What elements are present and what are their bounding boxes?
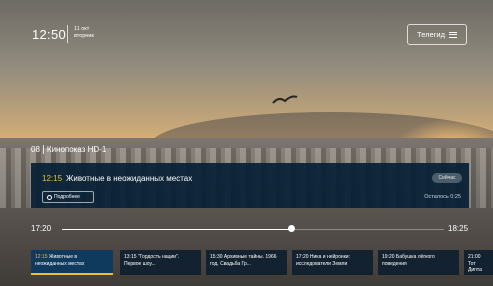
now-title: Животные в неожиданных местах — [66, 174, 193, 183]
schedule-card[interactable]: 17:20 Ника и нейронки: исследователи Зем… — [292, 250, 373, 275]
schedule-title: Тот Дипта с... — [468, 260, 482, 276]
info-icon — [47, 194, 52, 200]
now-badge: Сейчас — [432, 173, 462, 183]
progress-end-time: 18:25 — [448, 224, 469, 233]
clock-time: 12:50 — [32, 27, 67, 42]
progress-knob[interactable] — [287, 225, 295, 232]
details-button[interactable]: Подробнее — [42, 191, 94, 203]
bird-icon — [272, 95, 298, 104]
schedule-card[interactable]: 21:00 Тот Дипта с... — [464, 250, 493, 275]
schedule-card[interactable]: 15:30 Архивные тайны. 1966 год. Свадьба … — [206, 250, 287, 275]
now-playing-panel: 12:15 Животные в неожиданных местах Сейч… — [31, 163, 469, 208]
channel-info: 08 Кинопоказ HD-1 — [31, 145, 106, 154]
schedule-time: 19:20 — [382, 254, 395, 260]
schedule-time: 12:15 — [35, 254, 48, 260]
date-day: 11 окт — [74, 26, 90, 32]
date-weekday: вторник — [74, 33, 94, 39]
channel-divider — [42, 145, 44, 154]
hamburger-icon — [448, 31, 457, 38]
channel-number: 08 — [31, 145, 40, 154]
progress-fill — [62, 228, 292, 230]
schedule-card[interactable]: 13:15 "Гордость нации". Первое шоу... — [120, 250, 201, 275]
remaining-time: Осталось 0:25 — [424, 194, 461, 200]
clock-divider — [67, 25, 68, 43]
schedule-card[interactable]: 12:15 Животные в неожиданных местах — [31, 250, 113, 275]
tv-screen: 12:50 11 окт вторник Телегид 08 Кинопока… — [0, 0, 493, 286]
channel-name: Кинопоказ HD-1 — [46, 145, 107, 154]
schedule-card[interactable]: 19:20 Бабушка лёгкого поведения — [378, 250, 459, 275]
now-time: 12:15 — [42, 174, 63, 183]
progress-start-time: 17:20 — [31, 224, 52, 233]
schedule-strip: 12:15 Животные в неожиданных местах 13:1… — [31, 250, 493, 275]
schedule-time: 21:00 — [468, 254, 481, 260]
tvguide-button[interactable]: Телегид — [407, 24, 467, 45]
details-label: Подробнее — [54, 194, 80, 200]
schedule-time: 17:20 — [296, 254, 309, 260]
clock-date: 11 окт вторник — [74, 26, 94, 40]
schedule-time: 13:15 — [124, 254, 137, 260]
schedule-time: 15:30 — [210, 254, 223, 260]
tvguide-label: Телегид — [417, 30, 445, 39]
